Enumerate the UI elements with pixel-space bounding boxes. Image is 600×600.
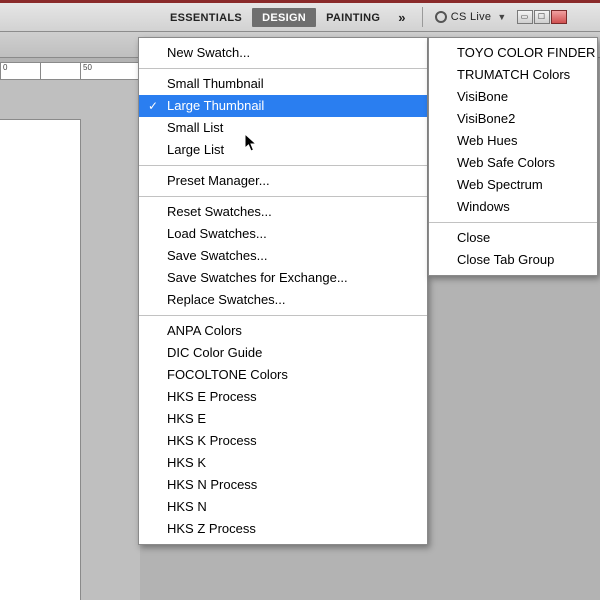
check-icon: ✓ xyxy=(148,97,158,115)
menu-item[interactable]: HKS K Process xyxy=(139,430,427,452)
cs-live-icon xyxy=(435,11,447,23)
menu-item[interactable]: Web Safe Colors xyxy=(429,152,597,174)
menu-item-label: Preset Manager... xyxy=(167,173,270,188)
cs-live-button[interactable]: CS Live ▼ xyxy=(431,11,511,23)
menu-item[interactable]: HKS E Process xyxy=(139,386,427,408)
menu-item-label: HKS N Process xyxy=(167,477,257,492)
menu-item-label: HKS N xyxy=(167,499,207,514)
menu-item-label: HKS E Process xyxy=(167,389,257,404)
workspace-switcher-bar: ESSENTIALS DESIGN PAINTING » CS Live ▼ ▭… xyxy=(0,0,600,32)
menu-item[interactable]: HKS K xyxy=(139,452,427,474)
menu-item[interactable]: HKS N Process xyxy=(139,474,427,496)
menu-item[interactable]: VisiBone xyxy=(429,86,597,108)
menu-item-label: Save Swatches... xyxy=(167,248,267,263)
menu-item[interactable]: Small Thumbnail xyxy=(139,73,427,95)
menu-item-label: Load Swatches... xyxy=(167,226,267,241)
workspace-more-icon[interactable]: » xyxy=(390,10,414,25)
menu-item[interactable]: Small List xyxy=(139,117,427,139)
menu-item-label: ANPA Colors xyxy=(167,323,242,338)
menu-item[interactable]: Reset Swatches... xyxy=(139,201,427,223)
menu-item-label: New Swatch... xyxy=(167,45,250,60)
menu-item[interactable]: New Swatch... xyxy=(139,42,427,64)
menu-item-label: Windows xyxy=(457,199,510,214)
menu-item[interactable]: Save Swatches for Exchange... xyxy=(139,267,427,289)
menu-item[interactable]: Large List xyxy=(139,139,427,161)
window-minimize-button[interactable]: ▭ xyxy=(517,10,533,24)
menu-item-label: Replace Swatches... xyxy=(167,292,286,307)
menu-item[interactable]: DIC Color Guide xyxy=(139,342,427,364)
window-maximize-button[interactable]: ☐ xyxy=(534,10,550,24)
menu-item-label: HKS E xyxy=(167,411,206,426)
menu-item-label: DIC Color Guide xyxy=(167,345,262,360)
cs-live-label: CS Live xyxy=(451,11,492,23)
menu-item-label: Reset Swatches... xyxy=(167,204,272,219)
divider xyxy=(422,7,423,27)
menu-item-label: Save Swatches for Exchange... xyxy=(167,270,348,285)
menu-item[interactable]: Close Tab Group xyxy=(429,249,597,271)
menu-separator xyxy=(139,196,427,197)
menu-separator xyxy=(139,68,427,69)
chevron-down-icon: ▼ xyxy=(495,12,506,22)
menu-item[interactable]: ANPA Colors xyxy=(139,320,427,342)
menu-item-label: Web Hues xyxy=(457,133,517,148)
menu-item-label: TRUMATCH Colors xyxy=(457,67,570,82)
menu-item-label: Large Thumbnail xyxy=(167,98,264,113)
menu-item[interactable]: FOCOLTONE Colors xyxy=(139,364,427,386)
menu-separator xyxy=(429,222,597,223)
menu-item-label: Large List xyxy=(167,142,224,157)
menu-item[interactable]: HKS Z Process xyxy=(139,518,427,540)
menu-item-label: VisiBone2 xyxy=(457,111,515,126)
menu-item-label: Close xyxy=(457,230,490,245)
menu-item[interactable]: Preset Manager... xyxy=(139,170,427,192)
menu-item-label: Small List xyxy=(167,120,223,135)
ruler-tick: 50 xyxy=(80,63,120,79)
window-buttons: ▭ ☐ xyxy=(517,10,567,24)
window-close-button[interactable] xyxy=(551,10,567,24)
menu-item[interactable]: HKS E xyxy=(139,408,427,430)
menu-item[interactable]: TRUMATCH Colors xyxy=(429,64,597,86)
swatches-panel-menu-continued: TOYO COLOR FINDER TRUMATCH Colors VisiBone… xyxy=(428,37,598,276)
menu-item[interactable]: Close xyxy=(429,227,597,249)
swatches-panel-menu: New Swatch... Small Thumbnail ✓ Large Thumb… xyxy=(138,37,428,545)
menu-item[interactable]: VisiBone2 xyxy=(429,108,597,130)
document-canvas[interactable] xyxy=(0,120,80,600)
menu-item[interactable]: TOYO COLOR FINDER xyxy=(429,42,597,64)
menu-item-label: HKS K Process xyxy=(167,433,257,448)
menu-item[interactable]: Windows xyxy=(429,196,597,218)
workspace-essentials[interactable]: ESSENTIALS xyxy=(160,8,252,27)
ruler-tick: 0 xyxy=(0,63,40,79)
horizontal-ruler: 0 50 xyxy=(0,62,140,80)
menu-item-label: FOCOLTONE Colors xyxy=(167,367,288,382)
menu-item[interactable]: ✓ Large Thumbnail xyxy=(139,95,427,117)
workspace-design[interactable]: DESIGN xyxy=(252,8,316,27)
menu-separator xyxy=(139,315,427,316)
menu-item[interactable]: Web Hues xyxy=(429,130,597,152)
menu-item-label: HKS K xyxy=(167,455,206,470)
menu-item-label: TOYO COLOR FINDER xyxy=(457,45,595,60)
menu-item-label: HKS Z Process xyxy=(167,521,256,536)
workspace-painting[interactable]: PAINTING xyxy=(316,8,390,27)
menu-item[interactable]: Load Swatches... xyxy=(139,223,427,245)
menu-item-label: Close Tab Group xyxy=(457,252,554,267)
menu-item[interactable]: Save Swatches... xyxy=(139,245,427,267)
menu-item-label: VisiBone xyxy=(457,89,508,104)
menu-item[interactable]: Web Spectrum xyxy=(429,174,597,196)
menu-separator xyxy=(139,165,427,166)
menu-item[interactable]: Replace Swatches... xyxy=(139,289,427,311)
menu-item[interactable]: HKS N xyxy=(139,496,427,518)
menu-item-label: Web Spectrum xyxy=(457,177,543,192)
menu-item-label: Small Thumbnail xyxy=(167,76,264,91)
menu-item-label: Web Safe Colors xyxy=(457,155,555,170)
ruler-tick xyxy=(40,63,80,79)
